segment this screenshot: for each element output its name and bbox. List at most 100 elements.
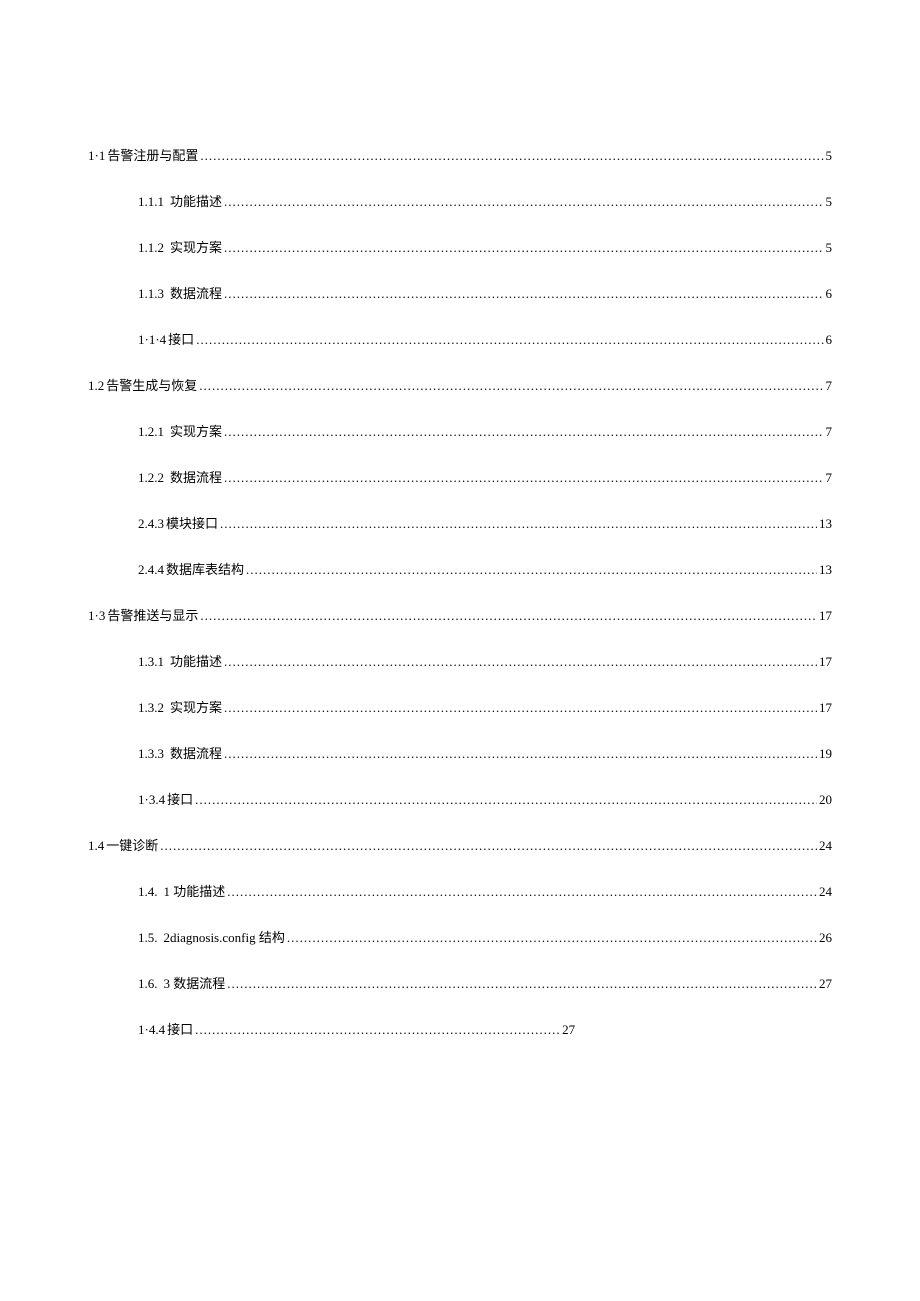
toc-entry-title: 告警注册与配置 (107, 145, 198, 164)
toc-entry-page: 19 (819, 746, 832, 762)
toc-entry-title: 接口 (168, 329, 194, 348)
toc-entry-page: 27 (562, 1022, 575, 1038)
toc-entry-page: 13 (819, 516, 832, 532)
toc-entry-title: 告警推送与显示 (107, 605, 198, 624)
toc-container: 1·1告警注册与配置 5 1.1.1 功能描述 5 1.1.2 实现方案 5 1.1.3 数据流程… (88, 145, 832, 1038)
toc-entry-number: 1.5. (138, 930, 158, 946)
toc-entry-page: 5 (826, 240, 833, 256)
toc-entry: 1.4一键诊断 24 (88, 835, 832, 854)
toc-entry-number: 1.2.2 (138, 470, 164, 486)
toc-entry-title: 功能描述 (170, 191, 222, 210)
toc-entry-page: 27 (819, 976, 832, 992)
toc-leader-dots (287, 930, 817, 946)
toc-entry-title: 接口 (167, 789, 193, 808)
toc-entry: 2.4.3模块接口 13 (138, 513, 832, 532)
toc-leader-dots (246, 562, 817, 578)
toc-leader-dots (224, 424, 823, 440)
toc-entry-number: 1.3.2 (138, 700, 164, 716)
toc-entry-title: 3 数据流程 (164, 973, 226, 992)
toc-entry-page: 7 (826, 378, 833, 394)
toc-entry: 1.5. 2diagnosis.config 结构 26 (138, 927, 832, 946)
toc-entry-title: 实现方案 (170, 697, 222, 716)
toc-entry-number: 1·3 (88, 608, 105, 624)
toc-entry: 1·4.4接口 27 (138, 1019, 832, 1038)
toc-entry-page: 6 (826, 286, 833, 302)
toc-entry-title: 实现方案 (170, 421, 222, 440)
toc-entry: 1.2告警生成与恢复 7 (88, 375, 832, 394)
toc-entry-number: 1.3.1 (138, 654, 164, 670)
toc-leader-dots (195, 1022, 560, 1038)
toc-entry: 1.2.2 数据流程 7 (138, 467, 832, 486)
toc-entry-number: 1.6. (138, 976, 158, 992)
toc-entry: 1·1告警注册与配置 5 (88, 145, 832, 164)
toc-leader-dots (195, 792, 817, 808)
toc-entry: 1·1·4接口 6 (138, 329, 832, 348)
toc-leader-dots (196, 332, 823, 348)
toc-entry-title: 数据流程 (170, 467, 222, 486)
toc-entry-title: 接口 (167, 1019, 193, 1038)
toc-leader-dots (224, 470, 823, 486)
toc-entry-number: 1·1 (88, 148, 105, 164)
toc-entry-page: 6 (826, 332, 833, 348)
toc-entry-number: 1.4. (138, 884, 158, 900)
toc-entry-number: 2.4.4 (138, 562, 164, 578)
toc-entry: 1·3.4接口 20 (138, 789, 832, 808)
toc-leader-dots (227, 976, 817, 992)
toc-entry-number: 1·4.4 (138, 1022, 165, 1038)
toc-entry-title: 模块接口 (166, 513, 218, 532)
toc-entry-page: 5 (826, 194, 833, 210)
toc-entry-page: 24 (819, 884, 832, 900)
toc-leader-dots (220, 516, 817, 532)
toc-leader-dots (224, 240, 823, 256)
toc-entry-number: 2.4.3 (138, 516, 164, 532)
toc-leader-dots (224, 746, 817, 762)
toc-entry-number: 1.2.1 (138, 424, 164, 440)
toc-entry-title: 数据流程 (170, 283, 222, 302)
toc-entry-number: 1.1.1 (138, 194, 164, 210)
toc-entry-page: 17 (819, 654, 832, 670)
toc-entry: 1.3.3 数据流程 19 (138, 743, 832, 762)
toc-entry-title: 告警生成与恢复 (106, 375, 197, 394)
toc-entry-title: 数据库表结构 (166, 559, 244, 578)
toc-entry-page: 20 (819, 792, 832, 808)
toc-entry-title: 数据流程 (170, 743, 222, 762)
toc-entry: 2.4.4数据库表结构 13 (138, 559, 832, 578)
toc-entry: 1.3.1 功能描述 17 (138, 651, 832, 670)
toc-entry-number: 1.2 (88, 378, 104, 394)
toc-entry: 1.3.2 实现方案 17 (138, 697, 832, 716)
toc-entry: 1·3告警推送与显示 17 (88, 605, 832, 624)
toc-entry-number: 1.1.3 (138, 286, 164, 302)
toc-entry-title: 功能描述 (170, 651, 222, 670)
toc-entry-page: 5 (826, 148, 833, 164)
toc-leader-dots (200, 608, 817, 624)
toc-entry: 1.1.2 实现方案 5 (138, 237, 832, 256)
toc-leader-dots (224, 700, 817, 716)
toc-entry-number: 1·3.4 (138, 792, 165, 808)
toc-entry-title: 2diagnosis.config 结构 (164, 927, 285, 946)
toc-entry-title: 1 功能描述 (164, 881, 226, 900)
toc-entry-page: 7 (826, 424, 833, 440)
toc-entry: 1.1.3 数据流程 6 (138, 283, 832, 302)
toc-leader-dots (224, 286, 823, 302)
toc-entry-page: 26 (819, 930, 832, 946)
toc-entry: 1.6. 3 数据流程 27 (138, 973, 832, 992)
toc-entry-page: 24 (819, 838, 832, 854)
toc-leader-dots (160, 838, 817, 854)
toc-entry-number: 1.1.2 (138, 240, 164, 256)
toc-entry: 1.4. 1 功能描述 24 (138, 881, 832, 900)
toc-leader-dots (224, 654, 817, 670)
toc-entry-number: 1·1·4 (138, 332, 166, 348)
toc-entry-page: 17 (819, 700, 832, 716)
toc-leader-dots (200, 148, 823, 164)
toc-leader-dots (224, 194, 823, 210)
toc-entry-title: 一键诊断 (106, 835, 158, 854)
toc-entry-title: 实现方案 (170, 237, 222, 256)
toc-entry-page: 13 (819, 562, 832, 578)
toc-entry-number: 1.3.3 (138, 746, 164, 762)
toc-entry-number: 1.4 (88, 838, 104, 854)
toc-entry: 1.1.1 功能描述 5 (138, 191, 832, 210)
toc-entry: 1.2.1 实现方案 7 (138, 421, 832, 440)
toc-entry-page: 17 (819, 608, 832, 624)
toc-leader-dots (199, 378, 823, 394)
toc-entry-page: 7 (826, 470, 833, 486)
